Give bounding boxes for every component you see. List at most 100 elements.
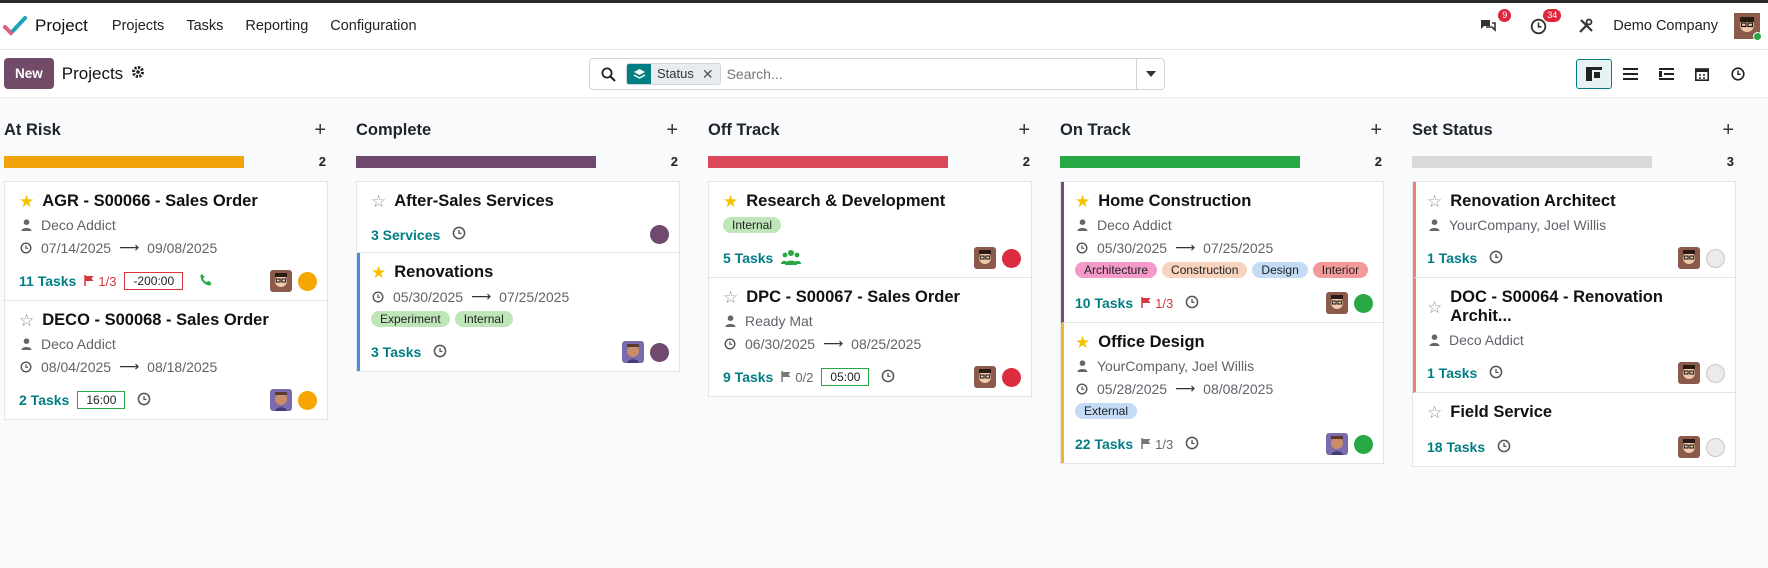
status-indicator[interactable]	[650, 225, 669, 244]
menu-configuration[interactable]: Configuration	[330, 18, 416, 34]
project-name[interactable]: DOC - S00064 - Renovation Archit...	[1450, 288, 1725, 326]
new-button[interactable]: New	[4, 58, 54, 89]
tasks-link[interactable]: 18 Tasks	[1427, 439, 1485, 455]
status-indicator[interactable]	[1354, 434, 1373, 454]
activity-clock-icon[interactable]	[881, 369, 895, 386]
project-name[interactable]: DPC - S00067 - Sales Order	[746, 288, 960, 307]
project-card[interactable]: ☆ Renovation Architect YourCompany, Joel W…	[1413, 182, 1735, 278]
project-card[interactable]: ☆ DPC - S00067 - Sales Order Ready Mat 06/3…	[709, 278, 1031, 396]
debug-tools-button[interactable]	[1575, 15, 1597, 37]
favorite-star-icon[interactable]: ★	[1075, 334, 1090, 351]
tasks-link[interactable]: 3 Services	[371, 227, 440, 243]
gantt-view-button[interactable]	[1648, 59, 1684, 89]
search-options-toggle[interactable]	[1136, 59, 1164, 89]
calendar-view-button[interactable]	[1684, 59, 1720, 89]
add-card-icon[interactable]: +	[666, 119, 678, 142]
manager-avatar[interactable]	[1678, 362, 1700, 384]
user-avatar[interactable]	[1734, 13, 1762, 41]
column-title[interactable]: At Risk	[4, 121, 61, 140]
activity-clock-icon[interactable]	[1497, 439, 1511, 456]
manager-avatar[interactable]	[622, 341, 644, 363]
status-indicator[interactable]	[1002, 248, 1021, 268]
status-indicator[interactable]	[1706, 437, 1725, 457]
project-name[interactable]: Renovation Architect	[1450, 192, 1615, 211]
tasks-link[interactable]: 22 Tasks	[1075, 436, 1133, 452]
column-title[interactable]: Off Track	[708, 121, 780, 140]
add-card-icon[interactable]: +	[1018, 119, 1030, 142]
status-indicator[interactable]	[298, 390, 317, 410]
favorite-star-icon[interactable]: ☆	[19, 312, 34, 329]
menu-projects[interactable]: Projects	[112, 18, 164, 34]
project-card[interactable]: ★ Renovations 05/30/2025 ⟶ 07/25/2025 Experim…	[357, 253, 679, 371]
favorite-star-icon[interactable]: ★	[1075, 193, 1090, 210]
project-card[interactable]: ☆ After-Sales Services 3 Services	[357, 182, 679, 253]
status-indicator[interactable]	[1002, 367, 1021, 387]
favorite-star-icon[interactable]: ☆	[371, 193, 386, 210]
project-name[interactable]: After-Sales Services	[394, 192, 554, 211]
project-name[interactable]: Renovations	[394, 263, 493, 282]
status-indicator[interactable]	[1354, 293, 1373, 313]
favorite-star-icon[interactable]: ★	[19, 193, 34, 210]
add-card-icon[interactable]: +	[1722, 119, 1734, 142]
project-name[interactable]: Research & Development	[746, 192, 945, 211]
activity-clock-icon[interactable]	[137, 392, 151, 409]
status-indicator[interactable]	[298, 271, 317, 291]
manager-avatar[interactable]	[974, 366, 996, 388]
status-indicator[interactable]	[1706, 363, 1725, 383]
project-card[interactable]: ★ Home Construction Deco Addict 05/30/2025 ⟶…	[1061, 182, 1383, 323]
activity-clock-icon[interactable]	[452, 226, 466, 243]
column-progress-bar[interactable]	[1060, 155, 1300, 168]
project-card[interactable]: ☆ DECO - S00068 - Sales Order Deco Addict 0…	[5, 301, 327, 419]
favorite-star-icon[interactable]: ☆	[1427, 404, 1442, 421]
tasks-link[interactable]: 1 Tasks	[1427, 250, 1477, 266]
manager-avatar[interactable]	[1678, 436, 1700, 458]
column-progress-bar[interactable]	[356, 155, 596, 168]
manager-avatar[interactable]	[1678, 247, 1700, 269]
project-card[interactable]: ★ Research & Development Internal 5 Tasks	[709, 182, 1031, 278]
phone-icon[interactable]	[199, 273, 213, 290]
manager-avatar[interactable]	[270, 270, 292, 292]
company-switcher[interactable]: Demo Company	[1613, 18, 1718, 34]
activities-button[interactable]: 34	[1527, 9, 1562, 37]
project-card[interactable]: ★ Office Design YourCompany, Joel Willis 05…	[1061, 323, 1383, 463]
search-input[interactable]	[726, 66, 1136, 82]
manager-avatar[interactable]	[1326, 433, 1348, 455]
favorite-star-icon[interactable]: ★	[723, 193, 738, 210]
project-name[interactable]: Home Construction	[1098, 192, 1251, 211]
tasks-link[interactable]: 9 Tasks	[723, 369, 773, 385]
column-progress-bar[interactable]	[1412, 155, 1652, 168]
column-title[interactable]: Set Status	[1412, 121, 1493, 140]
column-title[interactable]: On Track	[1060, 121, 1131, 140]
activity-view-button[interactable]	[1720, 59, 1756, 89]
tasks-link[interactable]: 5 Tasks	[723, 250, 773, 266]
tasks-link[interactable]: 3 Tasks	[371, 344, 421, 360]
app-brand[interactable]: Project	[3, 14, 88, 38]
favorite-star-icon[interactable]: ☆	[723, 289, 738, 306]
project-card[interactable]: ☆ Field Service 18 Tasks	[1413, 393, 1735, 466]
activity-clock-icon[interactable]	[1185, 436, 1199, 453]
project-name[interactable]: Office Design	[1098, 333, 1204, 352]
gear-icon[interactable]	[131, 65, 145, 82]
column-progress-bar[interactable]	[4, 155, 244, 168]
kanban-view-button[interactable]	[1576, 59, 1612, 89]
status-indicator[interactable]	[650, 342, 669, 362]
tasks-link[interactable]: 2 Tasks	[19, 392, 69, 408]
tasks-link[interactable]: 1 Tasks	[1427, 365, 1477, 381]
favorite-star-icon[interactable]: ★	[371, 264, 386, 281]
list-view-button[interactable]	[1612, 59, 1648, 89]
manager-avatar[interactable]	[270, 389, 292, 411]
favorite-star-icon[interactable]: ☆	[1427, 193, 1442, 210]
project-name[interactable]: AGR - S00066 - Sales Order	[42, 192, 258, 211]
column-title[interactable]: Complete	[356, 121, 431, 140]
add-card-icon[interactable]: +	[314, 119, 326, 142]
status-indicator[interactable]	[1706, 248, 1725, 268]
manager-avatar[interactable]	[1326, 292, 1348, 314]
facet-remove-icon[interactable]: ✕	[699, 64, 720, 84]
messages-button[interactable]: 9	[1477, 9, 1512, 37]
project-card[interactable]: ☆ DOC - S00064 - Renovation Archit... Deco…	[1413, 278, 1735, 393]
manager-avatar[interactable]	[974, 247, 996, 269]
activity-clock-icon[interactable]	[433, 344, 447, 361]
add-card-icon[interactable]: +	[1370, 119, 1382, 142]
column-progress-bar[interactable]	[708, 155, 948, 168]
project-name[interactable]: Field Service	[1450, 403, 1552, 422]
